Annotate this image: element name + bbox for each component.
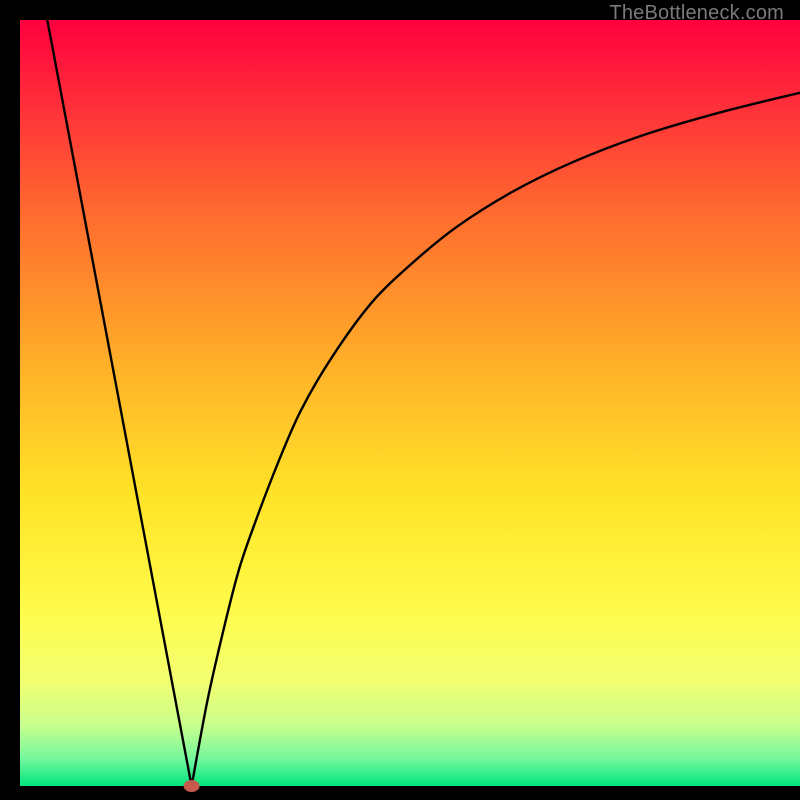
bottleneck-curve-chart xyxy=(0,0,800,800)
chart-canvas: TheBottleneck.com xyxy=(0,0,800,800)
curve-minimum-marker xyxy=(184,780,200,792)
watermark-text: TheBottleneck.com xyxy=(609,2,784,25)
plot-background xyxy=(20,20,800,786)
